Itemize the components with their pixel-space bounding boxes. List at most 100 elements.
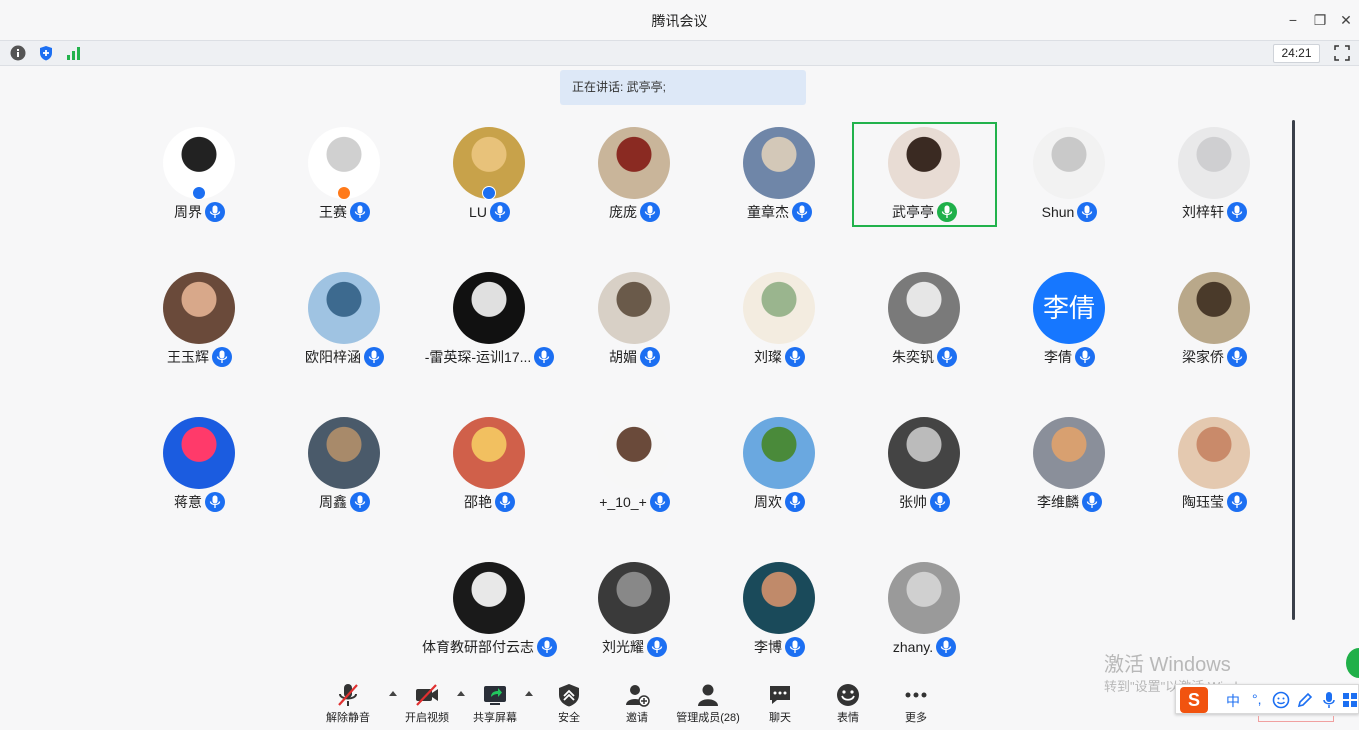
- info-icon[interactable]: [10, 45, 26, 61]
- security-button[interactable]: 安全: [537, 682, 601, 728]
- participant-tile[interactable]: 王玉辉: [127, 267, 272, 372]
- start-video-button[interactable]: 开启视频: [395, 682, 459, 728]
- participant-tile[interactable]: 周界: [127, 122, 272, 227]
- participant-name: 梁家侨: [1182, 349, 1224, 365]
- mic-icon: [537, 637, 557, 657]
- ime-toolbar: S 中 °,: [1175, 684, 1359, 714]
- participant-name: 童章杰: [747, 204, 789, 220]
- participant-tile[interactable]: 武亭亭: [852, 122, 997, 227]
- participant-tile[interactable]: 王赛: [272, 122, 417, 227]
- participant-name-line: 周界: [127, 202, 272, 222]
- avatar: [1033, 417, 1105, 489]
- ime-grid-icon[interactable]: [1342, 691, 1358, 709]
- signal-icon[interactable]: [66, 45, 82, 61]
- restore-button[interactable]: ❐: [1310, 10, 1330, 30]
- security-shield-icon: [559, 684, 579, 707]
- participant-tile[interactable]: 童章杰: [707, 122, 852, 227]
- participant-name: 欧阳梓涵: [305, 349, 361, 365]
- participant-name: +_10_+: [599, 494, 647, 510]
- participant-tile[interactable]: 刘光耀: [562, 557, 707, 662]
- participant-tile[interactable]: 刘梓轩: [1142, 122, 1287, 227]
- mic-icon: [212, 347, 232, 367]
- participant-tile[interactable]: 李倩 李倩: [997, 267, 1142, 372]
- participant-name: 刘梓轩: [1182, 204, 1224, 220]
- participant-tile[interactable]: 张帅: [852, 412, 997, 517]
- manage-members-button[interactable]: 管理成员(28): [676, 682, 740, 728]
- participant-name: 张帅: [899, 494, 927, 510]
- participant-tile[interactable]: 陶珏莹: [1142, 412, 1287, 517]
- avatar: [598, 562, 670, 634]
- chat-button[interactable]: 聊天: [748, 682, 812, 728]
- participant-tile[interactable]: 李博: [707, 557, 852, 662]
- participant-tile[interactable]: 胡媚: [562, 267, 707, 372]
- participant-name: 胡媚: [609, 349, 637, 365]
- mic-icon: [1075, 347, 1095, 367]
- participant-name: 王赛: [319, 204, 347, 220]
- scrollbar[interactable]: [1292, 120, 1295, 620]
- taskbar-edge: [1258, 716, 1334, 722]
- participant-tile[interactable]: 庞庞: [562, 122, 707, 227]
- mic-icon: [205, 492, 225, 512]
- participant-name: 周欢: [754, 494, 782, 510]
- mic-icon: [792, 202, 812, 222]
- mic-icon: [936, 637, 957, 657]
- more-button[interactable]: 更多: [884, 682, 948, 728]
- participant-tile[interactable]: +_10_+: [562, 412, 707, 517]
- participant-tile[interactable]: 周欢: [707, 412, 852, 517]
- ime-pen-icon[interactable]: [1296, 691, 1314, 709]
- participant-tile[interactable]: 体育教研部付云志: [417, 557, 562, 662]
- participant-name: -雷英琛-运训17...: [424, 349, 532, 365]
- avatar: [308, 272, 380, 344]
- status-bar: 24:21: [0, 40, 1359, 66]
- mic-icon: [640, 347, 660, 367]
- close-button[interactable]: ✕: [1336, 10, 1356, 30]
- invite-button[interactable]: 邀请: [605, 682, 669, 728]
- mic-icon: [785, 347, 805, 367]
- participant-tile[interactable]: 欧阳梓涵: [272, 267, 417, 372]
- avatar: [598, 127, 670, 199]
- participant-name: 朱奕钒: [892, 349, 934, 365]
- emoji-button[interactable]: 表情: [816, 682, 880, 728]
- avatar: [1178, 417, 1250, 489]
- unmute-button[interactable]: 解除静音: [316, 682, 380, 728]
- shield-icon[interactable]: [38, 45, 54, 61]
- participant-tile[interactable]: LU: [417, 122, 562, 227]
- participant-tile[interactable]: 周鑫: [272, 412, 417, 517]
- participant-name: zhany.: [892, 639, 934, 655]
- participant-tile[interactable]: -雷英琛-运训17...: [417, 267, 562, 372]
- ime-emoji-icon[interactable]: [1272, 691, 1290, 709]
- participant-tile[interactable]: 李维麟: [997, 412, 1142, 517]
- mic-icon: [1227, 202, 1247, 222]
- fullscreen-icon[interactable]: [1334, 45, 1350, 61]
- avatar: [743, 417, 815, 489]
- unmute-label: 解除静音: [326, 712, 370, 724]
- ime-punctuation-toggle[interactable]: °,: [1252, 691, 1262, 707]
- avatar: [453, 272, 525, 344]
- ime-language-toggle[interactable]: 中: [1226, 691, 1240, 711]
- mic-icon: [534, 347, 555, 367]
- participant-tile[interactable]: 朱奕钒: [852, 267, 997, 372]
- participant-tile[interactable]: 蒋意: [127, 412, 272, 517]
- participant-name: 蒋意: [174, 494, 202, 510]
- minimize-button[interactable]: −: [1283, 10, 1303, 30]
- participant-name: 邵艳: [464, 494, 492, 510]
- participant-name-line: 蒋意: [127, 492, 272, 512]
- participant-name-line: 李倩: [997, 347, 1142, 367]
- participant-tile[interactable]: 邵艳: [417, 412, 562, 517]
- mic-active-icon: [937, 202, 957, 222]
- participant-name: LU: [469, 204, 487, 220]
- share-screen-button[interactable]: 共享屏幕: [463, 682, 527, 728]
- floating-badge[interactable]: [1346, 648, 1359, 678]
- avatar: [743, 562, 815, 634]
- participant-tile[interactable]: 刘璨: [707, 267, 852, 372]
- ime-logo[interactable]: S: [1180, 687, 1208, 713]
- participant-tile[interactable]: 梁家侨: [1142, 267, 1287, 372]
- mic-icon: [640, 202, 660, 222]
- participant-name: 王玉辉: [167, 349, 209, 365]
- participant-tile[interactable]: Shun: [997, 122, 1142, 227]
- ime-mic-icon[interactable]: [1322, 691, 1336, 709]
- participant-name-line: 刘梓轩: [1142, 202, 1287, 222]
- participant-name-line: Shun: [997, 202, 1142, 222]
- participant-tile[interactable]: zhany.: [852, 557, 997, 662]
- caret-up-icon[interactable]: [524, 689, 534, 697]
